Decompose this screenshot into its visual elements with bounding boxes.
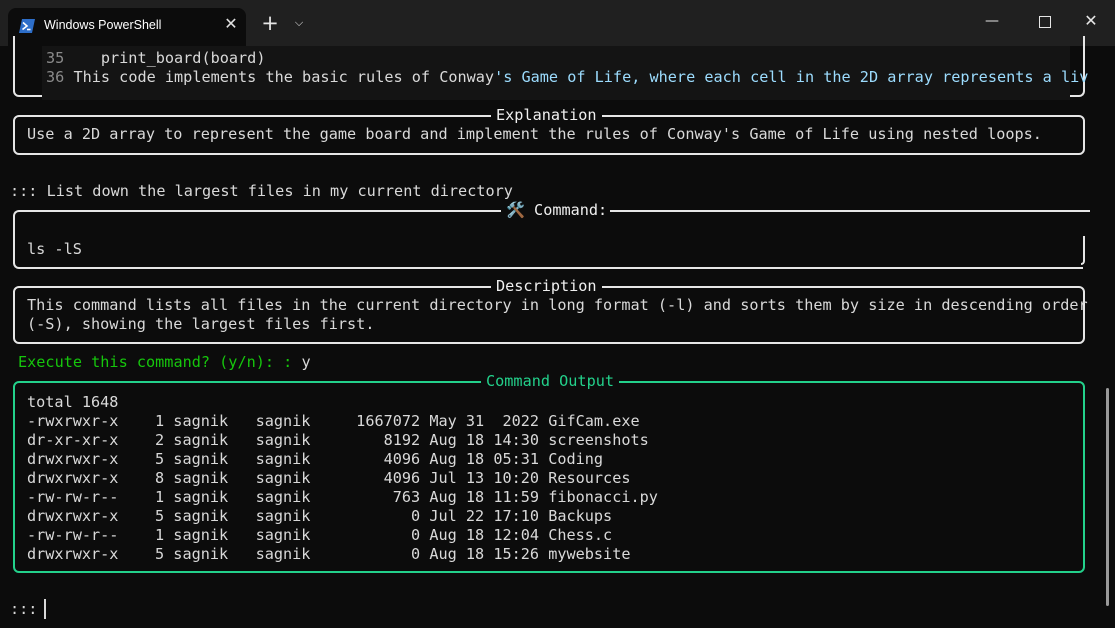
powershell-icon <box>19 19 35 33</box>
code-line-35: 35 print_board(board) <box>46 49 265 68</box>
minimize-button[interactable]: — <box>977 9 1007 33</box>
execute-prompt: Execute this command? (y/n): : y <box>18 353 311 372</box>
scrollbar[interactable] <box>1106 388 1109 606</box>
text-cursor[interactable] <box>44 599 46 619</box>
command-box-top-line <box>610 210 1090 212</box>
output-total: total 1648 <box>27 393 119 411</box>
description-line-1: This command lists all files in the curr… <box>27 296 1088 314</box>
new-tab-button[interactable]: + <box>259 12 281 34</box>
explanation-text: Use a 2D array to represent the game boa… <box>27 125 1042 143</box>
code-text: print_board(board) <box>64 49 266 67</box>
code-text-highlight: 's Game of Life, where each cell in the … <box>494 68 1089 86</box>
output-row: -rw-rw-r-- 1 sagnik sagnik 763 Aug 18 11… <box>27 488 658 506</box>
maximize-icon <box>1039 16 1051 28</box>
maximize-button[interactable] <box>1031 9 1059 33</box>
final-prompt: ::: <box>10 600 38 618</box>
close-window-button[interactable]: ✕ <box>1076 9 1106 33</box>
user-prompt: ::: List down the largest files in my cu… <box>10 182 513 201</box>
command-title: 🛠️ Command: <box>501 201 613 220</box>
output-row: drwxrwxr-x 5 sagnik sagnik 0 Aug 18 15:2… <box>27 545 631 563</box>
explanation-title: Explanation <box>491 106 602 125</box>
prompt-prefix: ::: <box>10 182 38 200</box>
command-output-title: Command Output <box>481 372 620 391</box>
execute-prompt-answer: y <box>301 353 311 371</box>
execute-prompt-label: Execute this command? (y/n): : <box>18 353 293 371</box>
output-row: dr-xr-xr-x 2 sagnik sagnik 8192 Aug 18 1… <box>27 431 649 449</box>
command-box: 🛠️ Command: ls -lS <box>13 201 1083 269</box>
chevron-down-icon[interactable]: ⌵ <box>290 14 308 32</box>
output-row: -rwxrwxr-x 1 sagnik sagnik 1667072 May 3… <box>27 412 640 430</box>
output-row: drwxrwxr-x 5 sagnik sagnik 4096 Aug 18 0… <box>27 450 604 468</box>
line-number: 35 <box>46 49 65 67</box>
description-title: Description <box>491 277 602 296</box>
output-row: drwxrwxr-x 5 sagnik sagnik 0 Jul 22 17:1… <box>27 507 613 525</box>
output-row: drwxrwxr-x 8 sagnik sagnik 4096 Jul 13 1… <box>27 469 631 487</box>
output-row: -rw-rw-r-- 1 sagnik sagnik 0 Aug 18 12:0… <box>27 526 613 544</box>
line-number: 36 <box>46 68 65 86</box>
tab-title: Windows PowerShell <box>44 18 162 32</box>
description-box: Description This command lists all files… <box>13 277 1088 344</box>
description-line-2: (-S), showing the largest files first. <box>27 315 375 333</box>
command-box-right-edge <box>1081 236 1085 265</box>
prompt-query: List down the largest files in my curren… <box>46 182 513 200</box>
code-text: This code implements the basic rules of … <box>73 68 495 86</box>
command-text: ls -lS <box>27 240 82 258</box>
code-line-36: 36 This code implements the basic rules … <box>46 68 1088 87</box>
command-output-box: Command Output total 1648 -rwxrwxr-x 1 s… <box>13 372 1085 573</box>
close-tab-icon[interactable]: ✕ <box>222 15 240 33</box>
explanation-box: Explanation Use a 2D array to represent … <box>13 106 1085 155</box>
